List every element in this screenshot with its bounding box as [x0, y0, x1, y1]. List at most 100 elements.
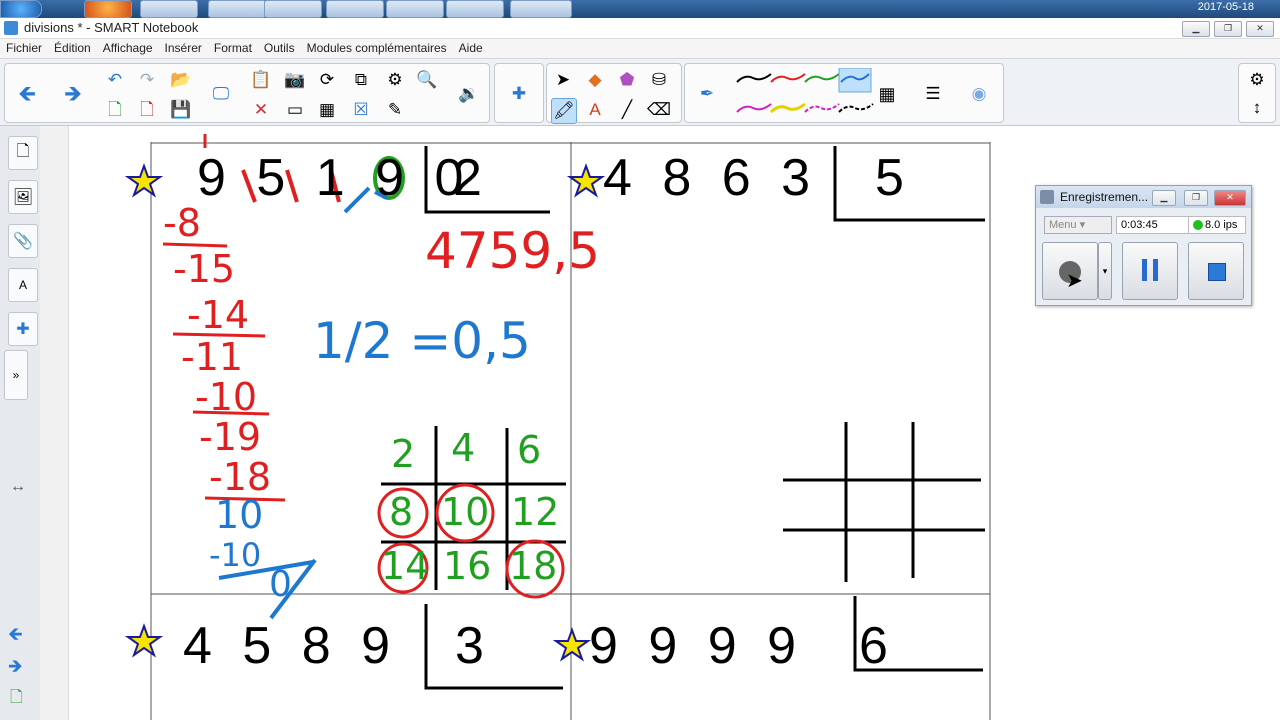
rotate-icon[interactable]: ⟳ — [315, 68, 339, 92]
menu-inserer[interactable]: Insérer — [159, 39, 208, 58]
select-icon[interactable]: ➤ — [551, 68, 575, 92]
settings-gear-icon[interactable]: ⚙ — [1245, 68, 1269, 92]
shapes-icon[interactable]: ◆ — [583, 68, 607, 92]
recorder-menu-dropdown[interactable]: Menu ▾ — [1044, 216, 1112, 234]
toolbar-group-addons: ✚ — [494, 63, 544, 123]
close-box-icon[interactable]: ☒ — [349, 98, 373, 122]
recorder-minimize-button[interactable]: ▁ — [1152, 190, 1176, 206]
problem-3-divisor: 3 — [455, 617, 492, 675]
restore-button[interactable]: ❐ — [1214, 21, 1242, 37]
line-icon[interactable]: ╱ — [615, 98, 639, 122]
collapse-sidebar-icon[interactable]: » — [4, 350, 28, 400]
pens-icon[interactable]: 🖍 — [551, 98, 577, 124]
forward-arrow-icon[interactable]: 🡺 — [61, 82, 85, 106]
toolbar-group-page: 🡸 🡺 ↶ ↷ 📂 🗋 🗋 💾 🖵 📋 📷 ⟳ ⧉ ⚙ 🔍 ✕ ▭ ▦ ☒ ✎ … — [4, 63, 490, 123]
delete-page-icon[interactable]: 🗋 — [135, 98, 159, 122]
problem-3-dividend: 4 5 8 9 — [183, 617, 399, 675]
properties-tab-icon[interactable]: A — [8, 268, 38, 302]
duplicate-icon[interactable]: ⧉ — [349, 68, 373, 92]
previous-page-icon[interactable]: 🡸 — [8, 622, 23, 652]
taskbar-item-smart-notebook[interactable] — [510, 0, 572, 18]
next-page-icon[interactable]: 🡺 — [8, 654, 23, 684]
table-cell: 14 — [381, 544, 430, 588]
menu-affichage[interactable]: Affichage — [97, 39, 159, 58]
add-ons-tab-icon[interactable]: ✚ — [8, 312, 38, 346]
eraser-tool-icon[interactable]: ⬟ — [615, 68, 639, 92]
text-icon[interactable]: A — [583, 98, 607, 122]
sound-icon[interactable]: 🔉 — [457, 82, 481, 106]
menu-aide[interactable]: Aide — [453, 39, 489, 58]
back-arrow-icon[interactable]: 🡸 — [15, 82, 39, 106]
open-file-icon[interactable]: 📂 — [169, 68, 193, 92]
problem-1-dividend: 9 5 1 9 0 — [197, 149, 472, 207]
menu-outils[interactable]: Outils — [258, 39, 301, 58]
attachments-icon[interactable]: 📎 — [8, 224, 38, 258]
document-camera-icon[interactable]: ✎ — [383, 98, 407, 122]
handwritten-step-1: -8 — [163, 201, 201, 245]
taskbar-item-4[interactable] — [326, 0, 384, 18]
recorder-restore-button[interactable]: ❐ — [1184, 190, 1208, 206]
handwritten-step-4: -11 — [181, 335, 244, 379]
gallery-icon[interactable]: 🖼 — [8, 180, 38, 214]
recorder-titlebar[interactable]: Enregistremen... ▁ ❐ ✕ — [1036, 186, 1251, 208]
page-sorter-icon[interactable]: 🗋 — [8, 136, 38, 170]
sidebar-scroll-area — [40, 126, 69, 720]
taskbar-item-1[interactable] — [140, 0, 198, 18]
taskbar-item-2[interactable] — [208, 0, 266, 18]
add-ons-icon[interactable]: ✚ — [507, 82, 531, 106]
new-page-icon[interactable]: 🗋 — [103, 98, 127, 122]
problem-4-dividend: 9 9 9 9 — [589, 617, 805, 675]
recording-status-icon — [1193, 220, 1203, 230]
stop-button[interactable] — [1188, 242, 1244, 300]
clock-date: 2017-05-18 — [1197, 1, 1254, 13]
zoom-icon[interactable]: 🔍 — [415, 68, 439, 92]
resize-handle-icon[interactable]: ↔ — [10, 478, 26, 496]
undo-icon[interactable]: ↶ — [103, 68, 127, 92]
menu-modules[interactable]: Modules complémentaires — [301, 39, 453, 58]
screen-capture-icon[interactable]: 📷 — [283, 68, 307, 92]
taskbar-item-3[interactable] — [264, 0, 322, 18]
eraser-icon[interactable]: ⌫ — [647, 98, 671, 122]
line-style-icon[interactable]: ☰ — [921, 82, 945, 106]
color-palette-icon[interactable]: ▦ — [875, 82, 899, 106]
insert-table-icon[interactable]: ▦ — [315, 98, 339, 122]
save-icon[interactable]: 💾 — [169, 98, 193, 122]
table-cell: 18 — [509, 544, 558, 588]
fill-icon[interactable]: ⛁ — [647, 68, 671, 92]
screen-shade-icon[interactable]: 🖵 — [209, 82, 233, 106]
handwritten-step-2: -15 — [173, 247, 236, 291]
paste-icon[interactable]: 📋 — [249, 68, 273, 92]
handwritten-quotient: 4759,5 — [425, 222, 600, 280]
add-page-icon[interactable]: 🗋 — [10, 686, 23, 713]
pause-button[interactable] — [1122, 242, 1178, 300]
pause-icon-bar — [1153, 259, 1158, 281]
minimize-button[interactable]: ▁ — [1182, 21, 1210, 37]
close-button[interactable]: ✕ — [1246, 21, 1274, 37]
menu-fichier[interactable]: Fichier — [0, 39, 48, 58]
side-tabs: 🗋 🖼 📎 A ✚ » ↔ 🡸 🡺 🗋 — [0, 126, 41, 720]
firefox-taskbar-icon[interactable] — [84, 0, 132, 18]
window-titlebar: divisions * - SMART Notebook ▁ ❐ ✕ — [0, 18, 1280, 39]
recorder-close-button[interactable]: ✕ — [1214, 190, 1246, 206]
clear-icon[interactable]: ✕ — [249, 98, 273, 122]
menu-edition[interactable]: Édition — [48, 39, 97, 58]
problem-4-divisor: 6 — [859, 617, 896, 675]
problem-2-dividend: 4 8 6 3 — [603, 149, 819, 207]
taskbar-item-6[interactable] — [446, 0, 504, 18]
toolbar-group-pen-styles: ✒ ▦ ☰ ◉ — [684, 63, 1004, 123]
redo-icon[interactable]: ↷ — [135, 68, 159, 92]
record-options-dropdown[interactable]: ▾ — [1098, 242, 1112, 300]
taskbar-item-5[interactable] — [386, 0, 444, 18]
problem-2-divisor: 5 — [875, 149, 912, 207]
pen-icon[interactable]: ✒ — [695, 82, 719, 106]
properties-icon[interactable]: ⚙ — [383, 68, 407, 92]
menu-format[interactable]: Format — [208, 39, 258, 58]
recorder-fps-box: 8.0 ips — [1188, 216, 1246, 234]
start-button[interactable] — [0, 0, 42, 18]
handwritten-step-6: -19 — [199, 415, 262, 459]
table-cell: 6 — [517, 428, 542, 472]
slide-icon[interactable]: ▭ — [283, 98, 307, 122]
transparency-icon[interactable]: ◉ — [967, 82, 991, 106]
smart-notebook-app-icon — [4, 21, 18, 35]
move-toolbar-icon[interactable]: ↕ — [1245, 96, 1269, 120]
